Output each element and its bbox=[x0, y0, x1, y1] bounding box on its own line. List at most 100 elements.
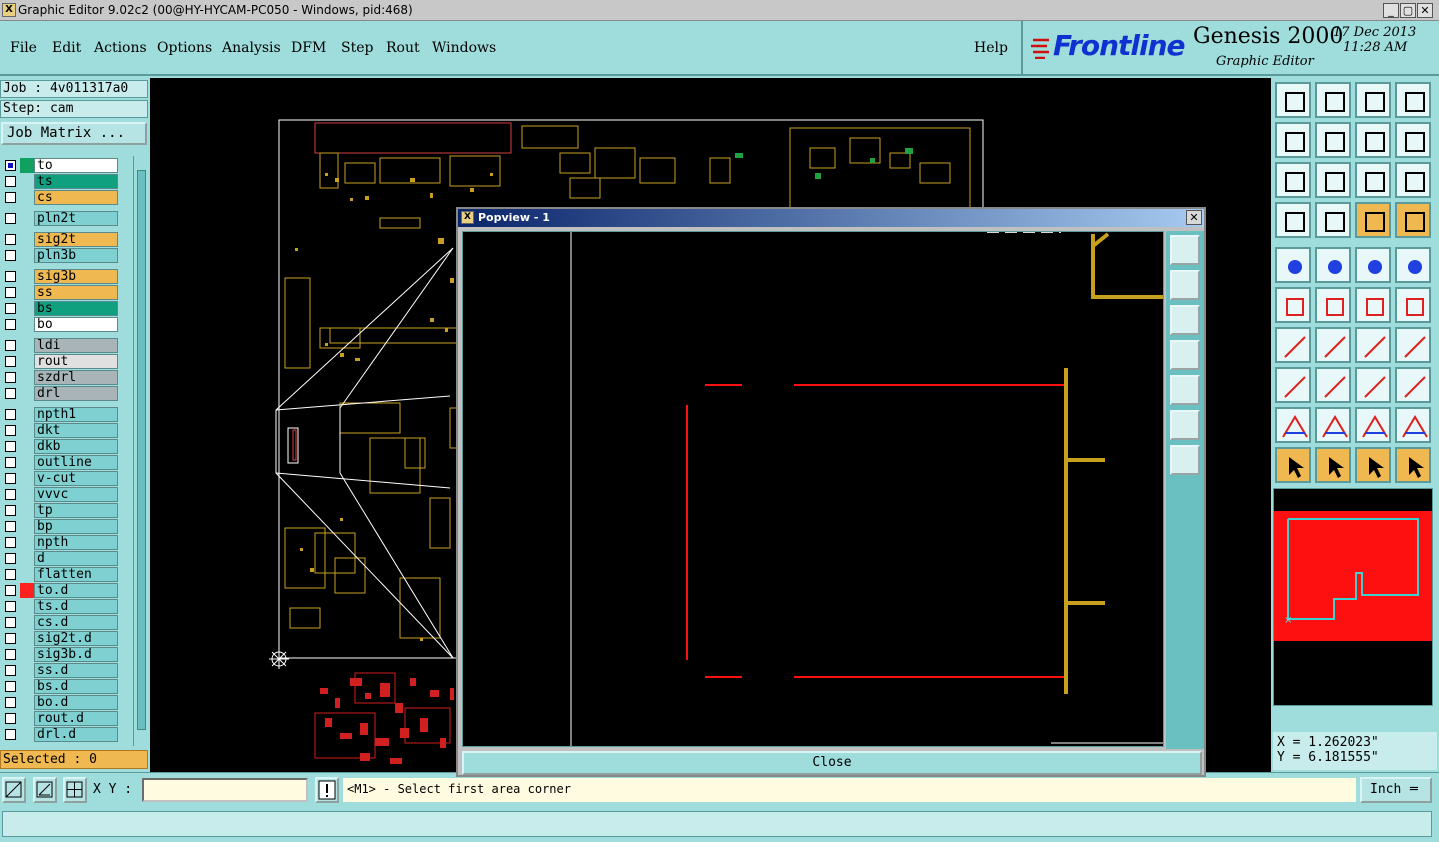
layer-row[interactable]: ss.d bbox=[0, 663, 132, 678]
move-icon[interactable] bbox=[1275, 367, 1311, 403]
layer-checkbox[interactable] bbox=[5, 665, 16, 676]
layer-row[interactable]: d bbox=[0, 551, 132, 566]
layer-row[interactable]: ts bbox=[0, 174, 132, 189]
layer-name[interactable]: pln3b bbox=[34, 248, 118, 263]
layer-color-swatch[interactable] bbox=[20, 519, 34, 534]
layer-name[interactable]: ss.d bbox=[34, 663, 118, 678]
triangle-b-icon[interactable] bbox=[1315, 407, 1351, 443]
select-net-icon[interactable] bbox=[1395, 447, 1431, 483]
layer-row[interactable]: ldi bbox=[0, 338, 132, 353]
layer-row[interactable]: bp bbox=[0, 519, 132, 534]
layer-row[interactable]: npth1 bbox=[0, 407, 132, 422]
zoom-window-icon[interactable] bbox=[1395, 82, 1431, 118]
select-lasso-icon[interactable] bbox=[1355, 447, 1391, 483]
layer-name[interactable]: bp bbox=[34, 519, 118, 534]
layer-color-swatch[interactable] bbox=[20, 727, 34, 742]
menu-dfm[interactable]: DFM bbox=[291, 40, 326, 56]
drill-icon[interactable] bbox=[1395, 247, 1431, 283]
layer-row[interactable]: npth bbox=[0, 535, 132, 550]
add-line-icon[interactable] bbox=[1315, 247, 1351, 283]
layer-checkbox[interactable] bbox=[5, 617, 16, 628]
layer-checkbox[interactable] bbox=[5, 569, 16, 580]
layer-color-swatch[interactable] bbox=[20, 471, 34, 486]
layer-checkbox[interactable] bbox=[5, 697, 16, 708]
layer-checkbox[interactable] bbox=[5, 234, 16, 245]
layer-name[interactable]: tp bbox=[34, 503, 118, 518]
layer-color-swatch[interactable] bbox=[20, 583, 34, 598]
layer-color-swatch[interactable] bbox=[20, 535, 34, 550]
layer-name[interactable]: cs.d bbox=[34, 615, 118, 630]
ruler-icon[interactable] bbox=[1355, 247, 1391, 283]
menu-edit[interactable]: Edit bbox=[52, 40, 81, 56]
layer-name[interactable]: npth1 bbox=[34, 407, 118, 422]
job-matrix-button[interactable]: Job Matrix ... bbox=[1, 122, 147, 145]
layer-row[interactable]: v-cut bbox=[0, 471, 132, 486]
layer-name[interactable]: ts.d bbox=[34, 599, 118, 614]
layer-row[interactable]: pln3b bbox=[0, 248, 132, 263]
layer-checkbox[interactable] bbox=[5, 287, 16, 298]
popview-left-icon[interactable] bbox=[1170, 340, 1200, 370]
layer-color-swatch[interactable] bbox=[20, 551, 34, 566]
layer-checkbox[interactable] bbox=[5, 537, 16, 548]
zoom-home-icon[interactable] bbox=[1275, 82, 1311, 118]
line-draw-icon[interactable] bbox=[1315, 327, 1351, 363]
menu-step[interactable]: Step bbox=[341, 40, 373, 56]
layer-row[interactable]: ts.d bbox=[0, 599, 132, 614]
layer-color-swatch[interactable] bbox=[20, 679, 34, 694]
node-icon[interactable] bbox=[1275, 287, 1311, 323]
layer-name[interactable]: outline bbox=[34, 455, 118, 470]
grid-snap-icon[interactable] bbox=[63, 777, 87, 803]
layer-name[interactable]: rout.d bbox=[34, 711, 118, 726]
layer-checkbox[interactable] bbox=[5, 633, 16, 644]
layer-row[interactable]: dkb bbox=[0, 439, 132, 454]
layer-checkbox[interactable] bbox=[5, 681, 16, 692]
resize-icon[interactable] bbox=[1355, 367, 1391, 403]
popview-center-icon[interactable] bbox=[1170, 445, 1200, 475]
popview-zoom-icon[interactable] bbox=[1170, 235, 1200, 265]
layer-name[interactable]: bs bbox=[34, 301, 118, 316]
layer-row[interactable]: bs.d bbox=[0, 679, 132, 694]
layer-checkbox[interactable] bbox=[5, 250, 16, 261]
layer-checkbox[interactable] bbox=[5, 425, 16, 436]
layer-name[interactable]: bs.d bbox=[34, 679, 118, 694]
menu-actions[interactable]: Actions bbox=[94, 40, 147, 56]
flip-icon[interactable] bbox=[1395, 327, 1431, 363]
layer-color-swatch[interactable] bbox=[20, 439, 34, 454]
layer-name[interactable]: npth bbox=[34, 535, 118, 550]
layer-checkbox[interactable] bbox=[5, 505, 16, 516]
layer-row[interactable]: drl.d bbox=[0, 727, 132, 742]
layer-name[interactable]: pln2t bbox=[34, 211, 118, 226]
layer-color-swatch[interactable] bbox=[20, 615, 34, 630]
layer-row[interactable]: ss bbox=[0, 285, 132, 300]
layer-color-swatch[interactable] bbox=[20, 599, 34, 614]
layer-row[interactable]: bs bbox=[0, 301, 132, 316]
menu-options[interactable]: Options bbox=[157, 40, 212, 56]
layer-row[interactable]: sig3b bbox=[0, 269, 132, 284]
layer-checkbox[interactable] bbox=[5, 489, 16, 500]
layer-color-swatch[interactable] bbox=[20, 269, 34, 284]
zoom-extent-icon[interactable] bbox=[1275, 162, 1311, 198]
layer-name[interactable]: cs bbox=[34, 190, 118, 205]
layer-checkbox[interactable] bbox=[5, 457, 16, 468]
layer-checkbox[interactable] bbox=[5, 729, 16, 740]
layer-row[interactable]: szdrl bbox=[0, 370, 132, 385]
polygon-icon[interactable] bbox=[1395, 367, 1431, 403]
layer-name[interactable]: bo.d bbox=[34, 695, 118, 710]
popview-right-icon[interactable] bbox=[1170, 375, 1200, 405]
layer-name[interactable]: sig2t bbox=[34, 232, 118, 247]
popview-close-icon[interactable]: ✕ bbox=[1186, 210, 1202, 225]
layer-color-swatch[interactable] bbox=[20, 711, 34, 726]
layer-color-swatch[interactable] bbox=[20, 455, 34, 470]
layer-color-swatch[interactable] bbox=[20, 232, 34, 247]
popview-up-icon[interactable] bbox=[1170, 270, 1200, 300]
snap-red-icon[interactable] bbox=[1355, 202, 1391, 238]
layer-row[interactable]: to bbox=[0, 158, 132, 173]
snap-blue-icon[interactable] bbox=[1395, 202, 1431, 238]
maximize-button[interactable]: ▢ bbox=[1400, 3, 1416, 18]
unit-selector[interactable]: Inch ═ bbox=[1360, 777, 1432, 803]
fit-screen-icon[interactable] bbox=[1355, 82, 1391, 118]
layer-row[interactable]: dkt bbox=[0, 423, 132, 438]
layer-checkbox[interactable] bbox=[5, 213, 16, 224]
layer-checkbox[interactable] bbox=[5, 372, 16, 383]
layer-color-swatch[interactable] bbox=[20, 248, 34, 263]
